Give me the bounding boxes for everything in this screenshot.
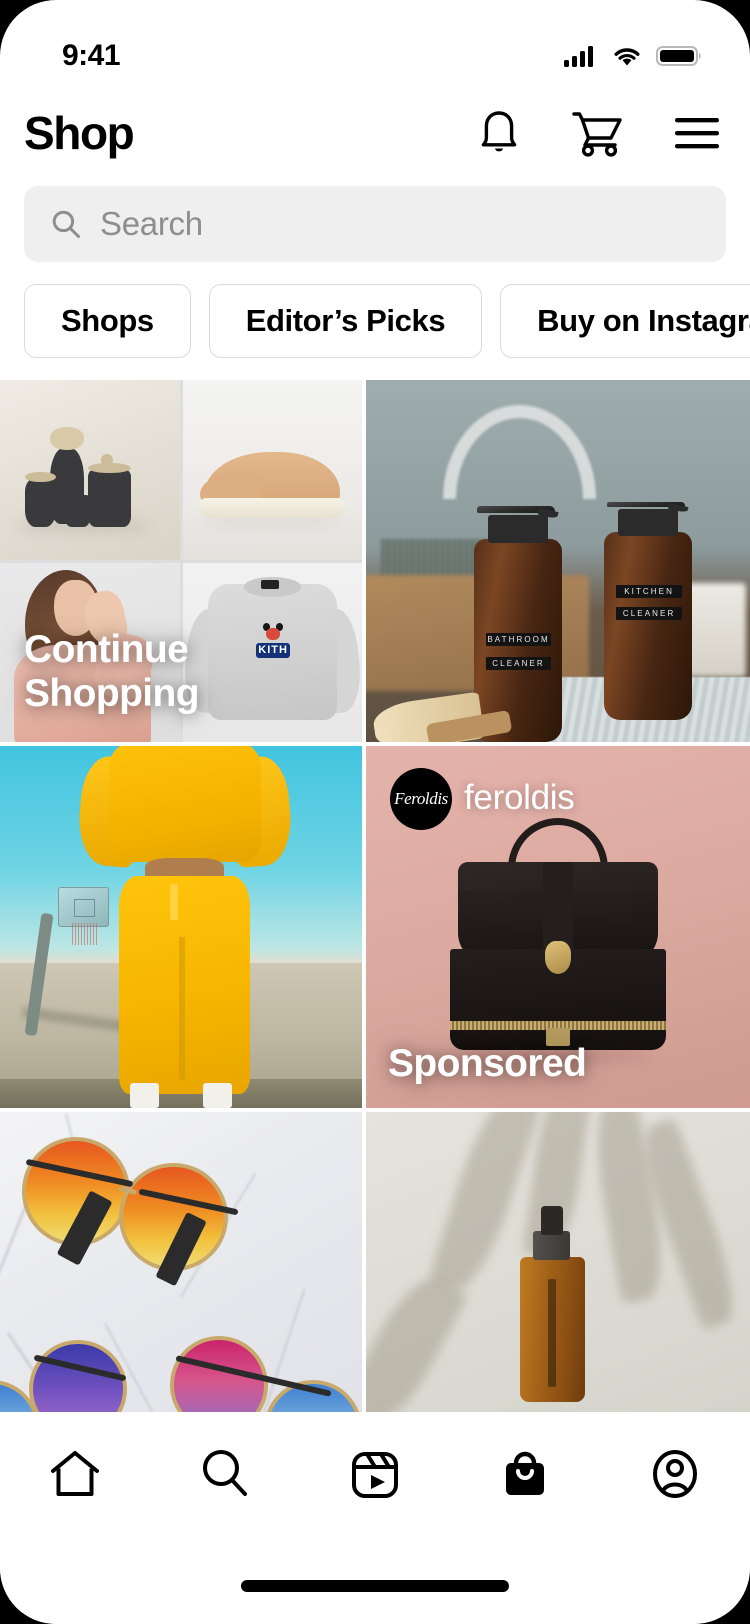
cleaning-spray-tile[interactable]: KITCHEN CLEANER BATHROOM CLEANER — [366, 380, 750, 742]
notifications-button[interactable] — [474, 107, 524, 159]
bell-icon — [481, 111, 517, 152]
cart-button[interactable] — [570, 107, 626, 159]
shop-grid: KITH Continue Shopping KITCHEN CLEANER B… — [0, 380, 750, 1474]
kitchen-cleaner-bottle: KITCHEN CLEANER — [604, 501, 693, 721]
hamburger-menu-icon — [675, 118, 719, 149]
sponsor-account-name[interactable]: feroldis — [464, 778, 575, 818]
wifi-icon — [614, 48, 640, 66]
bottom-tab-bar — [0, 1412, 750, 1624]
chip-buy-on-instagram[interactable]: Buy on Instagram — [500, 284, 750, 358]
reels-icon — [352, 1452, 398, 1498]
menu-button[interactable] — [672, 111, 722, 155]
search-icon — [203, 1450, 247, 1496]
app-header: Shop — [0, 86, 750, 180]
sponsored-label: Sponsored — [388, 1042, 587, 1085]
search-section: Search — [0, 180, 750, 262]
tab-profile[interactable] — [615, 1446, 735, 1502]
home-indicator — [241, 1580, 509, 1592]
home-icon — [51, 1451, 99, 1496]
continue-shopping-tile[interactable]: KITH Continue Shopping — [0, 380, 362, 742]
shop-bag-icon — [506, 1451, 544, 1495]
chip-shops[interactable]: Shops — [24, 284, 191, 358]
shopping-cart-icon — [572, 112, 622, 157]
thumb-tan-sneaker — [182, 380, 362, 560]
avatar[interactable]: Feroldis — [390, 768, 452, 830]
status-indicators — [564, 44, 702, 68]
bathroom-cleaner-bottle: BATHROOM CLEANER — [473, 506, 562, 742]
tab-search[interactable] — [165, 1446, 285, 1502]
sponsored-handbag-tile[interactable]: Feroldis feroldis Sponsored — [366, 746, 750, 1108]
status-bar: 9:41 — [0, 0, 750, 86]
tab-reels[interactable] — [315, 1446, 435, 1502]
page-title: Shop — [24, 107, 135, 159]
yellow-tracksuit-tile[interactable] — [0, 746, 362, 1108]
chip-editors-picks[interactable]: Editor’s Picks — [208, 284, 483, 358]
profile-icon — [653, 1450, 697, 1498]
phone-screen: 9:41 Shop Search Shops Editor’s Picks Bu… — [0, 0, 750, 1624]
tab-shop[interactable] — [465, 1446, 585, 1502]
status-time: 9:41 — [62, 39, 121, 72]
continue-shopping-label: Continue Shopping — [24, 628, 200, 715]
cellular-signal-icon — [564, 46, 593, 67]
tab-home[interactable] — [15, 1446, 135, 1502]
filter-chip-row[interactable]: Shops Editor’s Picks Buy on Instagram — [0, 262, 750, 380]
search-icon — [52, 210, 80, 238]
header-actions — [474, 107, 726, 159]
battery-icon — [656, 46, 701, 66]
thumb-ceramic-canisters — [0, 380, 180, 560]
search-placeholder: Search — [100, 205, 203, 242]
search-input[interactable]: Search — [24, 186, 726, 262]
